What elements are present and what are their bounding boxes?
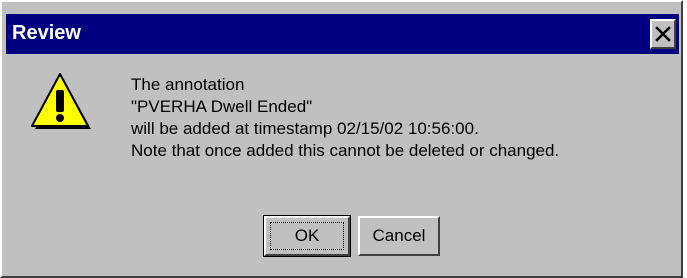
message-line: will be added at timestamp 02/15/02 10:5… bbox=[131, 119, 479, 138]
ok-button-label: OK bbox=[270, 222, 344, 250]
message-line: "PVERHA Dwell Ended" bbox=[131, 97, 313, 116]
ok-button[interactable]: OK bbox=[263, 215, 351, 257]
dialog-title: Review bbox=[12, 22, 81, 44]
message-line: Note that once added this cannot be dele… bbox=[131, 141, 560, 160]
close-icon bbox=[655, 26, 671, 42]
title-bar[interactable]: Review bbox=[6, 14, 679, 54]
cancel-button[interactable]: Cancel bbox=[358, 216, 440, 256]
warning-icon bbox=[31, 73, 91, 129]
cancel-button-label: Cancel bbox=[372, 226, 426, 245]
message-line: The annotation bbox=[131, 75, 245, 94]
close-button[interactable] bbox=[650, 19, 676, 49]
message-text: The annotation "PVERHA Dwell Ended" will… bbox=[131, 74, 559, 162]
review-dialog: Review The annotation "PVERHA Dwell Ende… bbox=[0, 0, 683, 278]
